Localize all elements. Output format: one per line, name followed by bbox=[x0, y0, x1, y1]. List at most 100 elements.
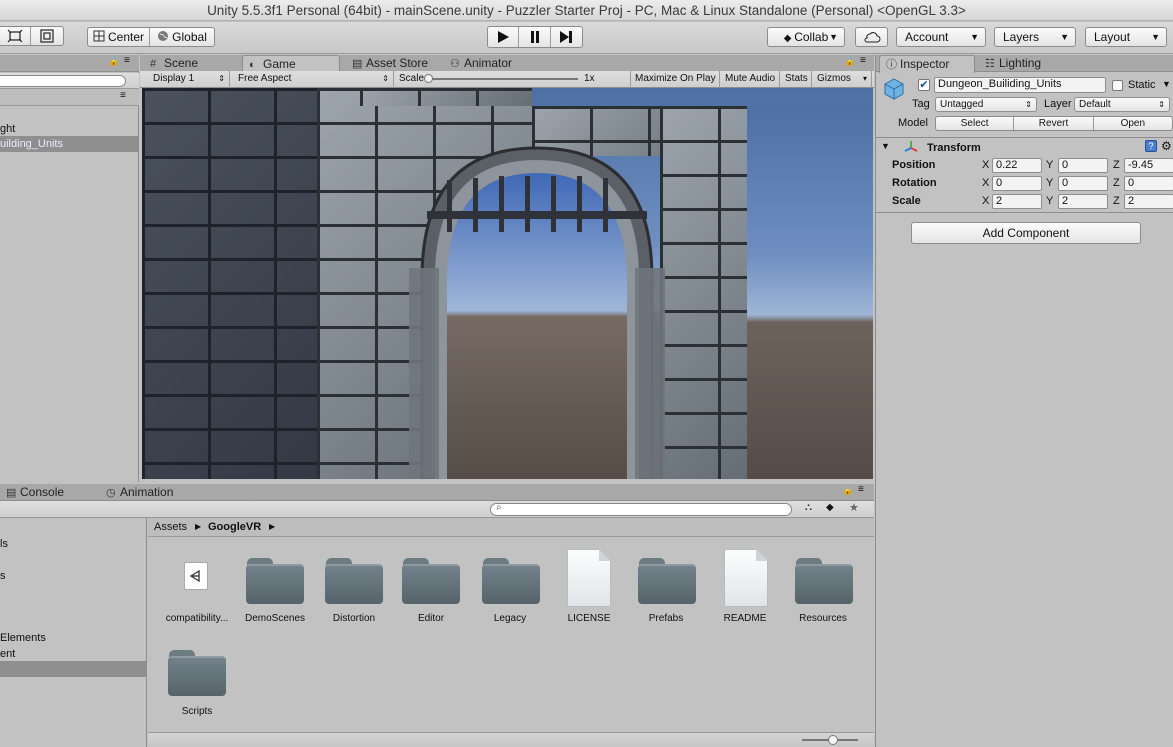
space-global-button[interactable]: Global bbox=[150, 28, 214, 46]
scale-z-field[interactable]: 2 bbox=[1124, 194, 1173, 209]
stats-toggle[interactable]: Stats bbox=[780, 71, 812, 88]
transform-header[interactable]: ▼ Transform ? ⚙ bbox=[876, 139, 1173, 157]
tag-icon[interactable]: ◆ bbox=[826, 502, 834, 513]
panel-menu-icon[interactable]: ≡ bbox=[860, 55, 866, 66]
chevron-down-icon[interactable]: ▼ bbox=[1162, 79, 1171, 89]
model-select-button[interactable]: Select bbox=[936, 117, 1015, 130]
tab-inspector[interactable]: ⓘ Inspector bbox=[879, 55, 975, 73]
tab-scene[interactable]: # Scene bbox=[144, 55, 242, 72]
tab-asset-store[interactable]: ▤ Asset Store bbox=[346, 55, 444, 72]
foldout-arrow-icon[interactable]: ▼ bbox=[881, 141, 890, 151]
object-name-field[interactable]: Dungeon_Builiding_Units bbox=[934, 77, 1106, 93]
panel-menu-icon[interactable]: ≡ bbox=[124, 55, 130, 66]
account-dropdown[interactable]: Account ▼ bbox=[896, 27, 986, 47]
mute-audio-toggle[interactable]: Mute Audio bbox=[720, 71, 780, 88]
tree-item[interactable]: Elements bbox=[0, 630, 46, 646]
lock-icon[interactable]: 🔒 bbox=[842, 485, 853, 496]
asset-item[interactable]: Prefabs bbox=[626, 546, 706, 628]
help-icon[interactable]: ? bbox=[1145, 140, 1157, 152]
gizmos-dropdown[interactable]: Gizmos ▾ bbox=[812, 71, 872, 88]
project-content: Assets ▶ GoogleVR ▶ compatibility... Dem… bbox=[148, 518, 874, 747]
asset-item[interactable]: README bbox=[705, 546, 785, 628]
tab-animator[interactable]: ⚇ Animator bbox=[444, 55, 542, 72]
transform-tools bbox=[0, 26, 64, 46]
layer-dropdown[interactable]: Default ⇕ bbox=[1074, 97, 1170, 112]
chevron-updown-icon: ⇕ bbox=[1025, 100, 1032, 109]
asset-item[interactable]: Legacy bbox=[470, 546, 550, 628]
folder-icon bbox=[246, 556, 304, 604]
chevron-down-icon: ▼ bbox=[970, 32, 979, 42]
rect-tool-icon[interactable] bbox=[0, 27, 31, 45]
add-component-button[interactable]: Add Component bbox=[911, 222, 1141, 244]
star-icon[interactable]: ★ bbox=[849, 501, 859, 514]
panel-menu-icon[interactable]: ≡ bbox=[120, 90, 126, 101]
play-button[interactable] bbox=[488, 27, 520, 47]
hierarchy-scene-header: ≡ bbox=[0, 89, 139, 106]
game-view-viewport[interactable] bbox=[142, 88, 873, 479]
rotation-z-field[interactable]: 0 bbox=[1124, 176, 1173, 191]
hierarchy-search-input[interactable] bbox=[0, 75, 126, 87]
tree-item-selected[interactable] bbox=[0, 661, 146, 677]
filter-type-icon[interactable]: ⛬ bbox=[805, 502, 812, 513]
pivot-center-button[interactable]: Center bbox=[88, 28, 151, 46]
scale-y-field[interactable]: 2 bbox=[1058, 194, 1108, 209]
tree-item[interactable]: ent bbox=[0, 646, 15, 662]
model-open-button[interactable]: Open bbox=[1094, 117, 1172, 130]
tree-item[interactable]: ls bbox=[0, 536, 8, 552]
tag-dropdown[interactable]: Untagged ⇕ bbox=[935, 97, 1037, 112]
scale-slider-track[interactable] bbox=[428, 78, 578, 80]
tab-lighting[interactable]: ☷ Lighting bbox=[979, 55, 1075, 72]
asset-item[interactable]: Scripts bbox=[157, 639, 237, 721]
breadcrumb-assets[interactable]: Assets bbox=[154, 518, 187, 536]
static-checkbox[interactable] bbox=[1112, 80, 1123, 91]
scale-slider-handle[interactable] bbox=[424, 74, 433, 83]
lock-icon[interactable]: 🔒 bbox=[108, 56, 119, 67]
asset-item[interactable]: compatibility... bbox=[157, 546, 237, 628]
active-checkbox[interactable]: ✔ bbox=[918, 79, 930, 91]
aspect-dropdown[interactable]: Free Aspect ⇕ bbox=[233, 71, 394, 88]
asset-item[interactable]: LICENSE bbox=[549, 546, 629, 628]
unity-file-icon bbox=[184, 562, 208, 590]
cloud-button[interactable] bbox=[855, 27, 888, 47]
chevron-right-icon: ▶ bbox=[195, 522, 202, 531]
hierarchy-item-selected[interactable]: uilding_Units bbox=[0, 136, 138, 152]
tab-animation[interactable]: ◷ Animation bbox=[100, 484, 210, 501]
icon-size-slider-handle[interactable] bbox=[828, 735, 838, 745]
project-search-input[interactable]: ⌕ bbox=[490, 502, 792, 516]
model-revert-button[interactable]: Revert bbox=[1014, 117, 1094, 130]
step-button[interactable] bbox=[551, 27, 582, 47]
info-icon: ⓘ bbox=[886, 59, 897, 71]
asset-item[interactable]: Resources bbox=[783, 546, 863, 628]
playback-controls bbox=[487, 26, 583, 48]
tab-console[interactable]: ▤ Console bbox=[0, 484, 90, 501]
pause-button[interactable] bbox=[519, 27, 551, 47]
rotation-y-field[interactable]: 0 bbox=[1058, 176, 1108, 191]
scale-tool-icon[interactable] bbox=[31, 27, 63, 45]
position-y-field[interactable]: 0 bbox=[1058, 158, 1108, 173]
collab-dropdown[interactable]: ◆ Collab ▼ bbox=[767, 27, 845, 47]
position-z-field[interactable]: -9.45 bbox=[1124, 158, 1173, 173]
pivot-toggle-group: Center Global bbox=[87, 27, 215, 47]
chevron-down-icon: ▼ bbox=[1151, 32, 1160, 42]
inspector-tabbar: ⓘ Inspector ☷ Lighting bbox=[876, 55, 1173, 73]
layout-dropdown[interactable]: Layout ▼ bbox=[1085, 27, 1167, 47]
search-icon: ⌕ bbox=[496, 502, 502, 513]
breadcrumb-googlevr[interactable]: GoogleVR bbox=[208, 518, 261, 536]
brick-wall-top bbox=[360, 88, 532, 106]
brick-wall-dark bbox=[142, 88, 317, 479]
asset-item[interactable]: DemoScenes bbox=[235, 546, 315, 628]
maximize-on-play-toggle[interactable]: Maximize On Play bbox=[630, 71, 720, 88]
position-x-field[interactable]: 0.22 bbox=[992, 158, 1042, 173]
rotation-x-field[interactable]: 0 bbox=[992, 176, 1042, 191]
panel-menu-icon[interactable]: ≡ bbox=[858, 484, 864, 495]
gear-icon[interactable]: ⚙ bbox=[1161, 139, 1172, 153]
tree-item[interactable]: s bbox=[0, 568, 6, 584]
scale-x-field[interactable]: 2 bbox=[992, 194, 1042, 209]
asset-item[interactable]: Distortion bbox=[314, 546, 394, 628]
hierarchy-item[interactable]: ght bbox=[0, 121, 138, 137]
display-dropdown[interactable]: Display 1 ⇕ bbox=[148, 71, 230, 88]
asset-item[interactable]: Editor bbox=[391, 546, 471, 628]
gameobject-cube-icon bbox=[882, 77, 906, 101]
layers-dropdown[interactable]: Layers ▼ bbox=[994, 27, 1076, 47]
lock-icon[interactable]: 🔒 bbox=[844, 56, 855, 67]
